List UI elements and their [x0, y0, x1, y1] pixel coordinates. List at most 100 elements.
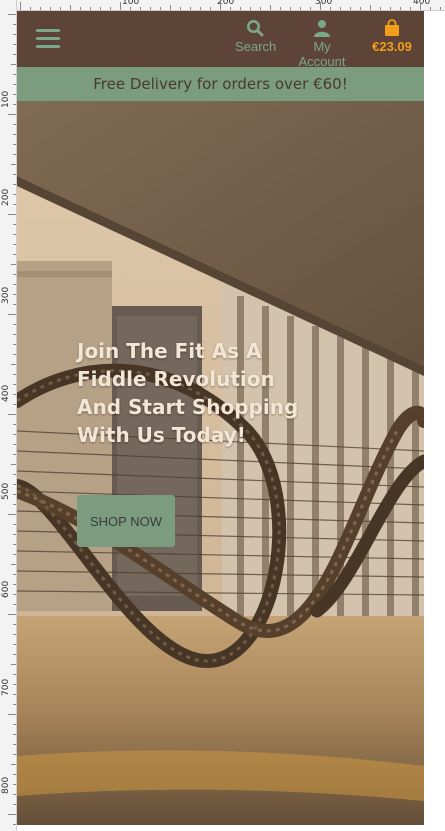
ruler-tick [250, 7, 251, 10]
ruler-tick [11, 364, 16, 365]
hamburger-icon[interactable] [36, 29, 60, 49]
ruler-tick [13, 434, 16, 435]
ruler-tick [410, 7, 411, 10]
search-link[interactable]: Search [235, 19, 276, 54]
ruler-tick [190, 7, 191, 10]
ruler-tick [13, 694, 16, 695]
ruler-tick [13, 624, 16, 625]
hero-headline: Join The Fit As A Fiddle Revolution And … [77, 339, 299, 447]
ruler-tick [13, 644, 16, 645]
ruler-tick [120, 2, 121, 10]
ruler-label: 400 [1, 384, 11, 402]
ruler-tick [13, 654, 16, 655]
ruler-tick [13, 674, 16, 675]
ruler-tick [13, 134, 16, 135]
ruler-tick [13, 634, 16, 635]
hero-background-image [17, 101, 424, 825]
ruler-tick [13, 54, 16, 55]
ruler-tick [13, 184, 16, 185]
ruler-tick [130, 7, 131, 10]
ruler-tick [11, 64, 16, 65]
ruler-tick [290, 7, 291, 10]
ruler-tick [13, 484, 16, 485]
ruler-tick [40, 7, 41, 10]
ruler-label: 100 [1, 90, 11, 108]
ruler-tick [8, 314, 16, 315]
ruler-tick [420, 2, 421, 10]
promo-banner: Free Delivery for orders over €60! [17, 67, 424, 101]
ruler-tick [60, 7, 61, 10]
ruler-tick [13, 84, 16, 85]
ruler-tick [11, 664, 16, 665]
shop-now-button[interactable]: SHOP NOW [77, 495, 175, 547]
ruler-tick [13, 374, 16, 375]
ruler-tick [13, 524, 16, 525]
ruler-label: 500 [1, 482, 11, 500]
ruler-tick [370, 5, 371, 10]
ruler-tick [8, 614, 16, 615]
user-icon [314, 20, 330, 37]
ruler-tick [13, 44, 16, 45]
shopping-bag-icon [385, 19, 399, 36]
ruler-tick [13, 754, 16, 755]
ruler-tick [400, 7, 401, 10]
ruler-tick [13, 344, 16, 345]
ruler-label: 300 [1, 286, 11, 304]
my-account-label: My Account [298, 39, 346, 69]
ruler-tick [13, 74, 16, 75]
ruler-tick [90, 7, 91, 10]
ruler-tick [13, 324, 16, 325]
ruler-tick [13, 444, 16, 445]
ruler-tick [13, 144, 16, 145]
ruler-tick [270, 5, 271, 10]
ruler-label: 600 [1, 580, 11, 598]
ruler-tick [170, 5, 171, 10]
ruler-tick [430, 7, 431, 10]
ruler-tick [8, 14, 16, 15]
ruler-tick [13, 454, 16, 455]
horizontal-ruler: 100 200 300 400 [0, 0, 445, 11]
ruler-label: 400 [413, 0, 431, 7]
ruler-tick [8, 114, 16, 115]
ruler-tick [13, 554, 16, 555]
ruler-tick [440, 7, 441, 10]
ruler-tick [230, 7, 231, 10]
hero-section: Join The Fit As A Fiddle Revolution And … [17, 101, 424, 825]
ruler-tick [13, 304, 16, 305]
ruler-tick [13, 104, 16, 105]
ruler-tick [13, 794, 16, 795]
ruler-tick [13, 494, 16, 495]
ruler-tick [13, 174, 16, 175]
ruler-tick [13, 34, 16, 35]
ruler-tick [13, 474, 16, 475]
ruler-tick [150, 7, 151, 10]
ruler-tick [13, 504, 16, 505]
ruler-tick [13, 734, 16, 735]
ruler-tick [13, 774, 16, 775]
ruler-tick [11, 164, 16, 165]
ruler-tick [13, 594, 16, 595]
ruler-tick [20, 2, 21, 10]
ruler-tick [50, 7, 51, 10]
ruler-tick [340, 7, 341, 10]
ruler-tick [11, 764, 16, 765]
vertical-ruler: 100 200 300 400 500 600 700 800 [0, 0, 17, 831]
ruler-tick [13, 284, 16, 285]
ruler-tick [220, 2, 221, 10]
ruler-tick [360, 7, 361, 10]
ruler-tick [240, 7, 241, 10]
ruler-tick [110, 7, 111, 10]
ruler-tick [13, 94, 16, 95]
ruler-tick [8, 814, 16, 815]
ruler-tick [380, 7, 381, 10]
my-account-link[interactable]: My Account [289, 19, 355, 69]
shopping-bag-link[interactable]: €23.09 [369, 19, 415, 54]
ruler-label: 300 [315, 0, 333, 7]
ruler-tick [13, 534, 16, 535]
ruler-tick [80, 7, 81, 10]
mobile-page: Search My Account €23.09 Free Delivery f… [17, 11, 424, 825]
ruler-tick [13, 244, 16, 245]
ruler-tick [8, 414, 16, 415]
ruler-tick [13, 194, 16, 195]
ruler-tick [13, 744, 16, 745]
